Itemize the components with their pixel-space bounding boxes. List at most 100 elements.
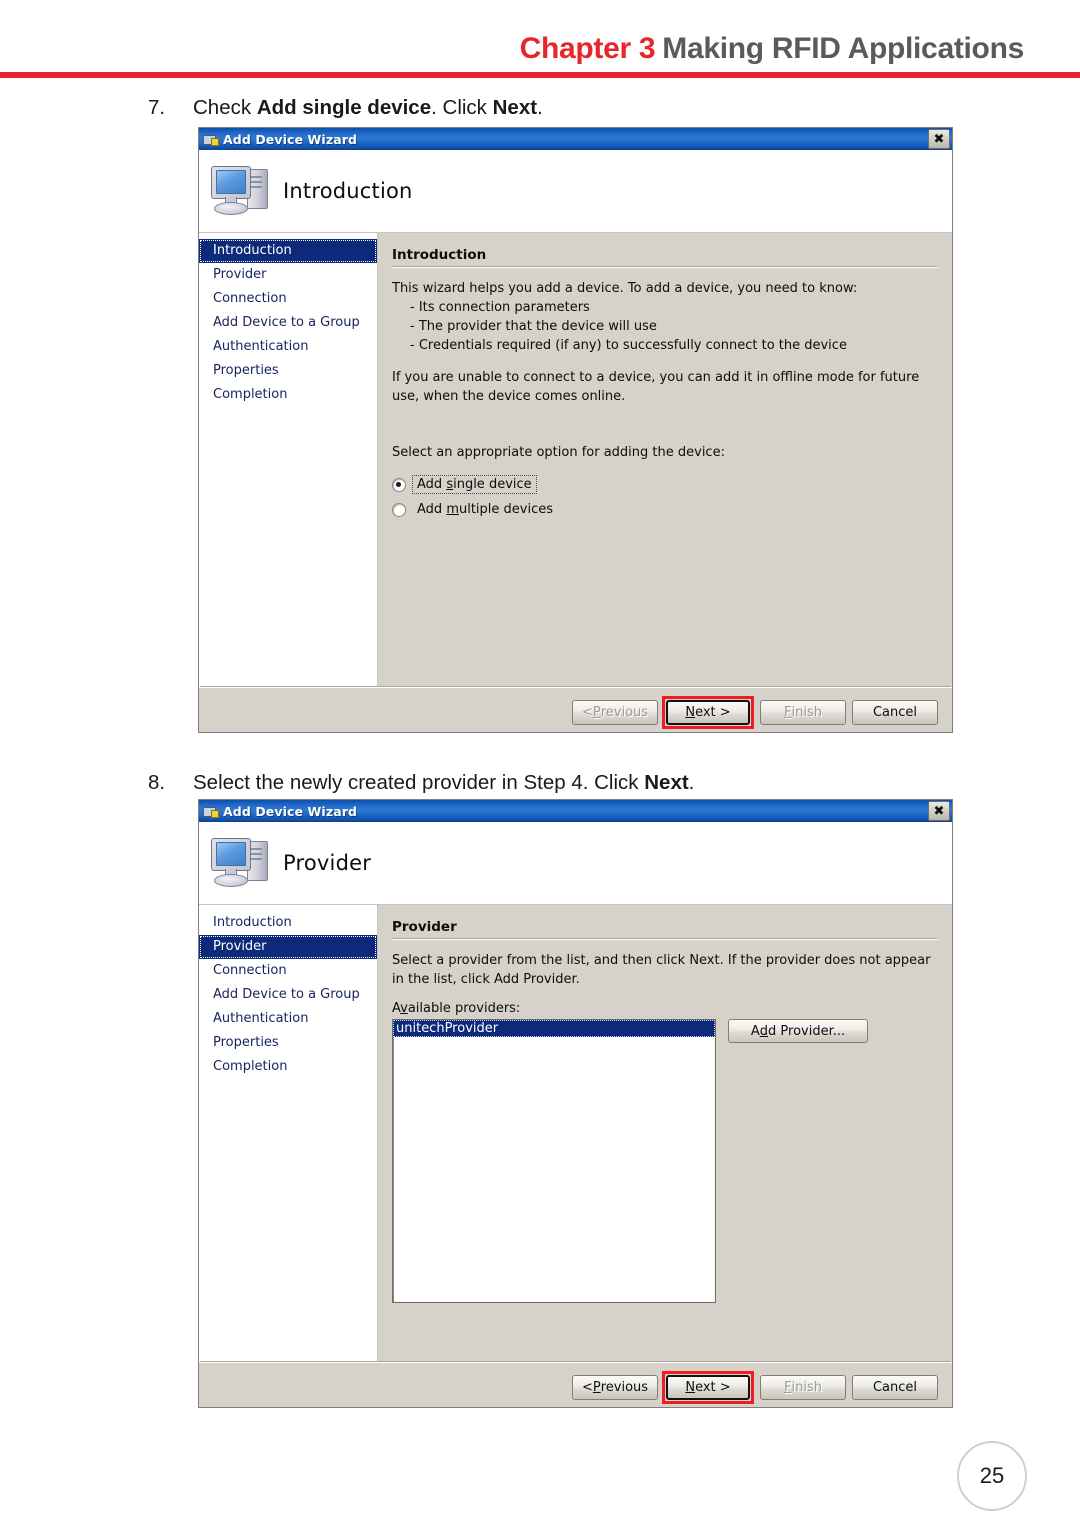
sidebar-item-authentication[interactable]: Authentication <box>199 335 377 359</box>
dialog-button-group: < Previous Next > Finish Cancel <box>566 1371 938 1404</box>
button-label-post: inish <box>791 1380 822 1395</box>
button-label-post: revious <box>600 705 649 720</box>
sidebar-item-connection[interactable]: Connection <box>199 287 377 311</box>
step-8-text-before: Select the newly created provider in Ste… <box>193 771 645 794</box>
field-label-post: ailable providers: <box>407 1001 521 1016</box>
dialog-body: Introduction Provider Connection Add Dev… <box>199 905 952 1366</box>
cancel-button[interactable]: Cancel <box>852 1375 938 1400</box>
sidebar-item-properties[interactable]: Properties <box>199 359 377 383</box>
dialog-content-pane: Provider Select a provider from the list… <box>378 905 952 1366</box>
button-label-post: Cancel <box>872 705 918 720</box>
computer-icon <box>209 163 269 219</box>
radio-add-multiple-devices[interactable]: Add multiple devices <box>392 501 557 518</box>
add-provider-button[interactable]: Add Provider... <box>728 1019 868 1043</box>
button-label-post: d Provider... <box>768 1023 846 1039</box>
button-label-post: Cancel <box>872 1380 918 1395</box>
next-button[interactable]: Next > <box>666 1375 750 1400</box>
next-button[interactable]: Next > <box>666 700 750 725</box>
button-label-pre: < <box>581 705 593 720</box>
page-number-badge: 25 <box>957 1441 1027 1511</box>
radio-add-single-device[interactable]: Add single device <box>392 475 537 494</box>
radio-selected-icon[interactable] <box>392 477 406 492</box>
step-8-text-after: . <box>688 771 695 794</box>
sidebar-item-add-device-to-a-group[interactable]: Add Device to a Group <box>199 311 377 335</box>
button-label-post: inish <box>791 705 822 720</box>
list-item: - The provider that the device will use <box>410 318 657 334</box>
previous-button[interactable]: < Previous <box>572 700 658 725</box>
button-label-accelerator: d <box>759 1023 769 1039</box>
radio-label-post: ultiple devices <box>458 502 554 517</box>
step-7-bold-2: Next <box>492 96 538 119</box>
radio-unselected-icon[interactable] <box>392 502 406 517</box>
dialog-button-group: < Previous Next > Finish Cancel <box>566 696 938 729</box>
monitor-screen <box>216 842 246 866</box>
intro-paragraph-1: This wizard helps you add a device. To a… <box>392 281 858 296</box>
sidebar-item-properties[interactable]: Properties <box>199 1031 377 1055</box>
radio-label-pre: Add <box>417 477 447 492</box>
sidebar-item-completion[interactable]: Completion <box>199 1055 377 1079</box>
sidebar-item-add-device-to-a-group[interactable]: Add Device to a Group <box>199 983 377 1007</box>
dialog-button-bar: < Previous Next > Finish Cancel <box>199 1362 952 1407</box>
wizard-step-sidebar: Introduction Provider Connection Add Dev… <box>199 905 378 1366</box>
add-device-wizard-dialog-introduction[interactable]: Add Device Wizard ✖ Introduction Introdu… <box>198 127 953 733</box>
computer-icon <box>209 835 269 891</box>
wizard-window-icon <box>203 132 219 146</box>
field-label-accelerator: v <box>400 1001 408 1016</box>
button-label-accelerator: P <box>592 705 601 720</box>
finish-button[interactable]: Finish <box>760 1375 846 1400</box>
step-7-text-before: Check <box>193 96 257 119</box>
content-heading: Provider <box>392 919 457 935</box>
step-8-bold-1: Next <box>644 771 689 794</box>
sidebar-item-provider[interactable]: Provider <box>199 935 377 959</box>
chapter-title: Making RFID Applications <box>662 32 1024 65</box>
button-label-accelerator: F <box>784 705 792 720</box>
finish-button[interactable]: Finish <box>760 700 846 725</box>
dialog-titlebar[interactable]: Add Device Wizard ✖ <box>199 128 952 150</box>
add-device-wizard-dialog-provider[interactable]: Add Device Wizard ✖ Provider Introductio… <box>198 799 953 1408</box>
dialog-title: Add Device Wizard <box>223 131 358 147</box>
dialog-titlebar[interactable]: Add Device Wizard ✖ <box>199 800 952 822</box>
dialog-banner-title: Introduction <box>283 179 413 203</box>
radio-label-accelerator: m <box>446 502 459 517</box>
content-heading: Introduction <box>392 247 487 263</box>
monitor-screen <box>216 170 246 194</box>
field-label-pre: A <box>392 1001 401 1016</box>
dialog-banner: Introduction <box>199 150 952 233</box>
step-7-number: 7. <box>148 96 166 119</box>
sidebar-item-authentication[interactable]: Authentication <box>199 1007 377 1031</box>
computer-monitor <box>211 166 251 199</box>
intro-paragraph-2: If you are unable to connect to a device… <box>392 370 920 405</box>
monitor-base <box>214 202 248 215</box>
sidebar-item-introduction[interactable]: Introduction <box>199 239 377 263</box>
dialog-banner-title: Provider <box>283 851 372 875</box>
button-label-accelerator: F <box>784 1380 792 1395</box>
button-label-post: revious <box>600 1380 649 1395</box>
step-7-text: Check Add single device. Click Next. <box>193 96 543 120</box>
button-label-pre: A <box>750 1023 760 1039</box>
button-label-accelerator: P <box>592 1380 601 1395</box>
computer-monitor <box>211 838 251 871</box>
radio-label-pre: Add <box>417 502 447 517</box>
sidebar-item-provider[interactable]: Provider <box>199 263 377 287</box>
dialog-banner: Provider <box>199 822 952 905</box>
available-providers-listbox[interactable]: unitechProvider <box>392 1019 716 1303</box>
step-8-number: 8. <box>148 771 166 794</box>
sidebar-item-connection[interactable]: Connection <box>199 959 377 983</box>
radio-add-multiple-devices-label: Add multiple devices <box>413 501 557 518</box>
step-7-text-after: . <box>537 96 543 119</box>
content-heading-rule <box>392 266 938 268</box>
close-icon[interactable]: ✖ <box>928 129 950 149</box>
cancel-button[interactable]: Cancel <box>852 700 938 725</box>
dialog-button-bar: < Previous Next > Finish Cancel <box>199 687 952 732</box>
available-providers-label: Available providers: <box>392 1001 520 1016</box>
chapter-label: Chapter 3 <box>519 32 656 65</box>
radio-add-single-device-label: Add single device <box>412 475 537 494</box>
sidebar-item-introduction[interactable]: Introduction <box>199 911 377 935</box>
option-prompt-label: Select an appropriate option for adding … <box>392 445 725 460</box>
dialog-content-pane: Introduction This wizard helps you add a… <box>378 233 952 691</box>
sidebar-item-completion[interactable]: Completion <box>199 383 377 407</box>
close-icon[interactable]: ✖ <box>928 801 950 821</box>
list-item[interactable]: unitechProvider <box>393 1020 715 1037</box>
previous-button[interactable]: < Previous <box>572 1375 658 1400</box>
